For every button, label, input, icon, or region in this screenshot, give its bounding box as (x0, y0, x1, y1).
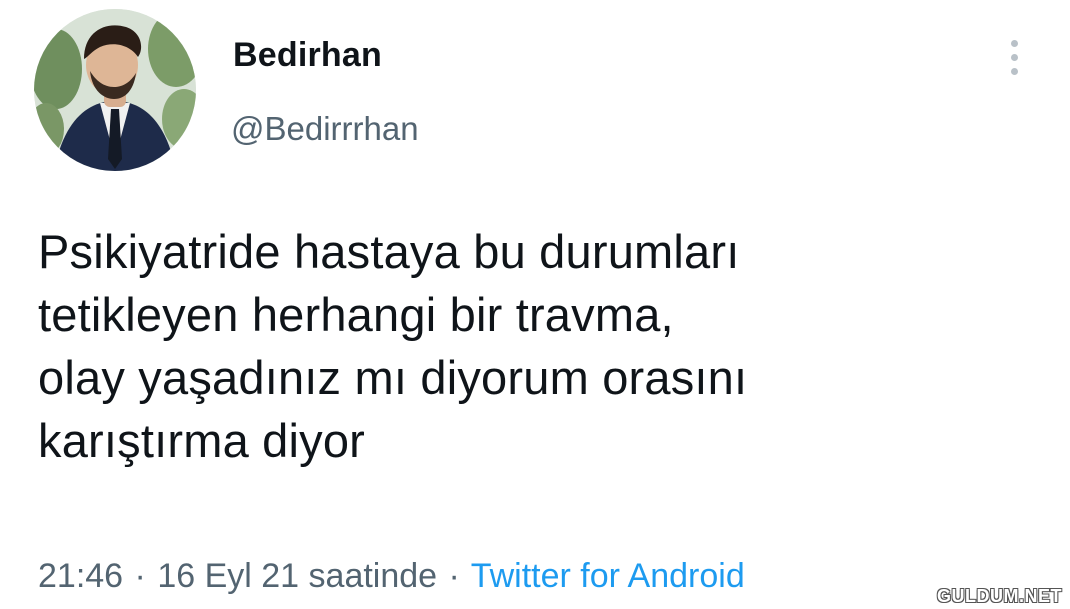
user-handle[interactable]: @Bedirrrhan (231, 110, 419, 148)
tweet-card: Bedirhan @Bedirrrhan Psikiyatride hastay… (0, 0, 1070, 609)
more-vertical-icon[interactable] (1000, 36, 1030, 80)
tweet-text: Psikiyatride hastaya bu durumları tetikl… (38, 225, 748, 467)
avatar[interactable] (34, 9, 196, 171)
avatar-photo (34, 9, 196, 171)
tweet-meta: 21:46 · 16 Eyl 21 saatinde · Twitter for… (38, 557, 745, 596)
watermark: GULDUM.NET (937, 586, 1062, 606)
meta-separator: · (134, 557, 146, 595)
tweet-source-link[interactable]: Twitter for Android (471, 557, 745, 595)
meta-separator: · (448, 557, 460, 595)
tweet-date[interactable]: 16 Eyl 21 saatinde (157, 557, 437, 595)
tweet-time[interactable]: 21:46 (38, 557, 123, 595)
display-name[interactable]: Bedirhan (233, 36, 382, 75)
